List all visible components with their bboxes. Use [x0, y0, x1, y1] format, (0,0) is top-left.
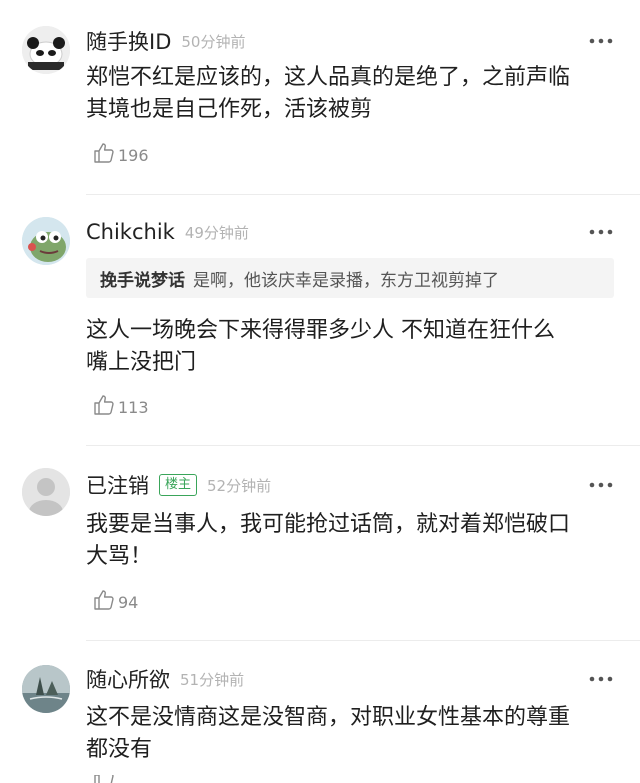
timestamp: 52分钟前 — [207, 476, 272, 495]
username[interactable]: 随心所欲 — [86, 664, 170, 694]
username[interactable]: 已注销 — [86, 470, 149, 500]
comment-text: 这人一场晚会下来得得罪多少人 不知道在狂什么 嘴上没把门 — [86, 315, 616, 379]
username[interactable]: 随手换ID — [86, 26, 171, 56]
like-count: 196 — [118, 145, 149, 165]
timestamp: 51分钟前 — [180, 670, 245, 689]
comment-text-line: 其境也是自己作死，活该被剪 — [86, 97, 373, 122]
thumb-up-icon — [92, 141, 116, 169]
avatar[interactable] — [22, 665, 70, 713]
comment-text-line: 这人一场晚会下来得得罪多少人 不知道在狂什么 — [86, 318, 555, 343]
op-badge: 楼主 — [159, 474, 198, 496]
comment-text-line: 郑恺不红是应该的，这人品真的是绝了，之前声临 — [86, 65, 571, 90]
username[interactable]: Chikchik — [86, 220, 175, 244]
like-count: 94 — [118, 592, 139, 612]
thumb-up-icon — [92, 588, 116, 616]
avatar[interactable] — [22, 26, 70, 74]
more-dots-icon[interactable] — [588, 222, 614, 242]
comment-text-line: 大骂！ — [86, 544, 153, 569]
comment-text-line: 都没有 — [86, 737, 153, 762]
comment-item: 随手换ID 50分钟前 郑恺不红是应该的，这人品真的是绝了，之前声临 其境也是自… — [0, 0, 640, 195]
more-dots-icon[interactable] — [588, 475, 614, 495]
comment-header: 随心所欲 51分钟前 — [86, 663, 244, 695]
like-button[interactable]: 196 — [92, 141, 149, 169]
quoted-author[interactable]: 挽手说梦话 — [100, 266, 185, 291]
avatar[interactable] — [22, 468, 70, 516]
comment-header: 随手换ID 50分钟前 — [86, 25, 245, 57]
comment-text-line: 我要是当事人，我可能抢过话筒，就对着郑恺破口 — [86, 512, 571, 537]
comment-header: Chikchik 49分钟前 — [86, 216, 249, 248]
timestamp: 49分钟前 — [184, 223, 249, 242]
like-button[interactable] — [92, 775, 116, 783]
like-count: 113 — [118, 397, 149, 417]
more-dots-icon[interactable] — [588, 669, 614, 689]
like-button[interactable]: 113 — [92, 393, 149, 421]
comment-text: 这不是没情商这是没智商，对职业女性基本的尊重 都没有 — [86, 702, 616, 766]
comment-header: 已注销 楼主 52分钟前 — [86, 469, 271, 501]
timestamp: 50分钟前 — [181, 32, 246, 51]
like-button[interactable]: 94 — [92, 588, 138, 616]
comment-item: 随心所欲 51分钟前 这不是没情商这是没智商，对职业女性基本的尊重 都没有 — [0, 641, 640, 783]
quoted-text: 是啊，他该庆幸是录播，东方卫视剪掉了 — [193, 270, 499, 291]
comment-text-line: 这不是没情商这是没智商，对职业女性基本的尊重 — [86, 705, 571, 730]
comment-item: 已注销 楼主 52分钟前 我要是当事人，我可能抢过话筒，就对着郑恺破口 大骂！ … — [0, 446, 640, 641]
more-dots-icon[interactable] — [588, 31, 614, 51]
comment-text-line: 嘴上没把门 — [86, 350, 197, 375]
comment-text: 我要是当事人，我可能抢过话筒，就对着郑恺破口 大骂！ — [86, 509, 616, 573]
comment-item: Chikchik 49分钟前 挽手说梦话 是啊，他该庆幸是录播，东方卫视剪掉了 … — [0, 195, 640, 445]
quoted-reply[interactable]: 挽手说梦话 是啊，他该庆幸是录播，东方卫视剪掉了 — [86, 258, 614, 298]
avatar[interactable] — [22, 217, 70, 265]
thumb-up-icon — [92, 393, 116, 421]
thumb-up-icon — [92, 775, 116, 783]
comment-text: 郑恺不红是应该的，这人品真的是绝了，之前声临 其境也是自己作死，活该被剪 — [86, 62, 616, 126]
